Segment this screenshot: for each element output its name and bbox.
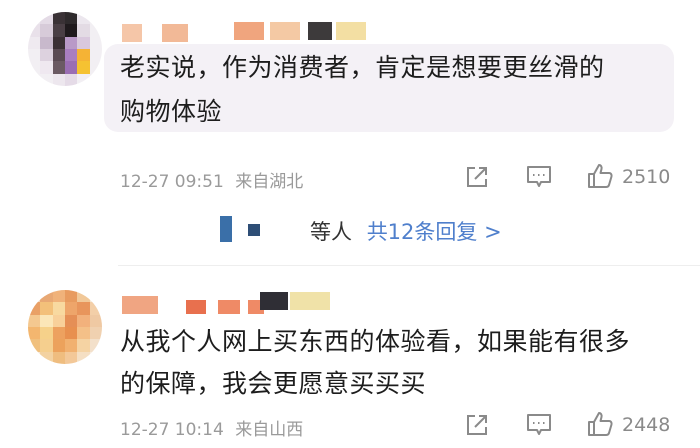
like-icon[interactable] bbox=[586, 162, 614, 190]
comment-text-line1: 从我个人网上买东西的体验看，如果能有很多 bbox=[120, 327, 631, 356]
username-blurred[interactable] bbox=[122, 292, 342, 316]
comment-location: 来自山西 bbox=[235, 420, 304, 440]
share-icon[interactable] bbox=[464, 412, 490, 438]
comment-meta: 12-27 09:51 来自湖北 bbox=[120, 167, 303, 192]
comment-meta: 12-27 10:14 来自山西 bbox=[120, 415, 303, 440]
like-count: 2510 bbox=[622, 166, 671, 188]
comment-icon[interactable] bbox=[526, 165, 552, 189]
replies-summary[interactable]: 等人 共12条回复 > bbox=[310, 216, 502, 246]
comment-location: 来自湖北 bbox=[235, 172, 304, 192]
like-count: 2448 bbox=[622, 414, 671, 436]
avatar[interactable] bbox=[28, 12, 102, 86]
divider bbox=[118, 265, 700, 266]
share-icon[interactable] bbox=[464, 164, 490, 190]
avatar[interactable] bbox=[28, 290, 102, 364]
like-icon[interactable] bbox=[586, 410, 614, 438]
replies-link[interactable]: 共12条回复 > bbox=[367, 220, 502, 244]
comment-icon[interactable] bbox=[526, 413, 552, 437]
reply-avatars-blurred[interactable] bbox=[218, 214, 278, 244]
comment-text-line2: 购物体验 bbox=[120, 97, 223, 126]
username-blurred[interactable] bbox=[122, 22, 382, 44]
comment-text-line1: 老实说，作为消费者，肯定是想要更丝滑的 bbox=[120, 53, 605, 82]
comment-time: 12-27 09:51 bbox=[120, 172, 224, 192]
comment-time: 12-27 10:14 bbox=[120, 420, 224, 440]
replies-prefix: 等人 bbox=[310, 220, 352, 244]
comment-text-line2: 的保障，我会更愿意买买买 bbox=[120, 369, 427, 398]
